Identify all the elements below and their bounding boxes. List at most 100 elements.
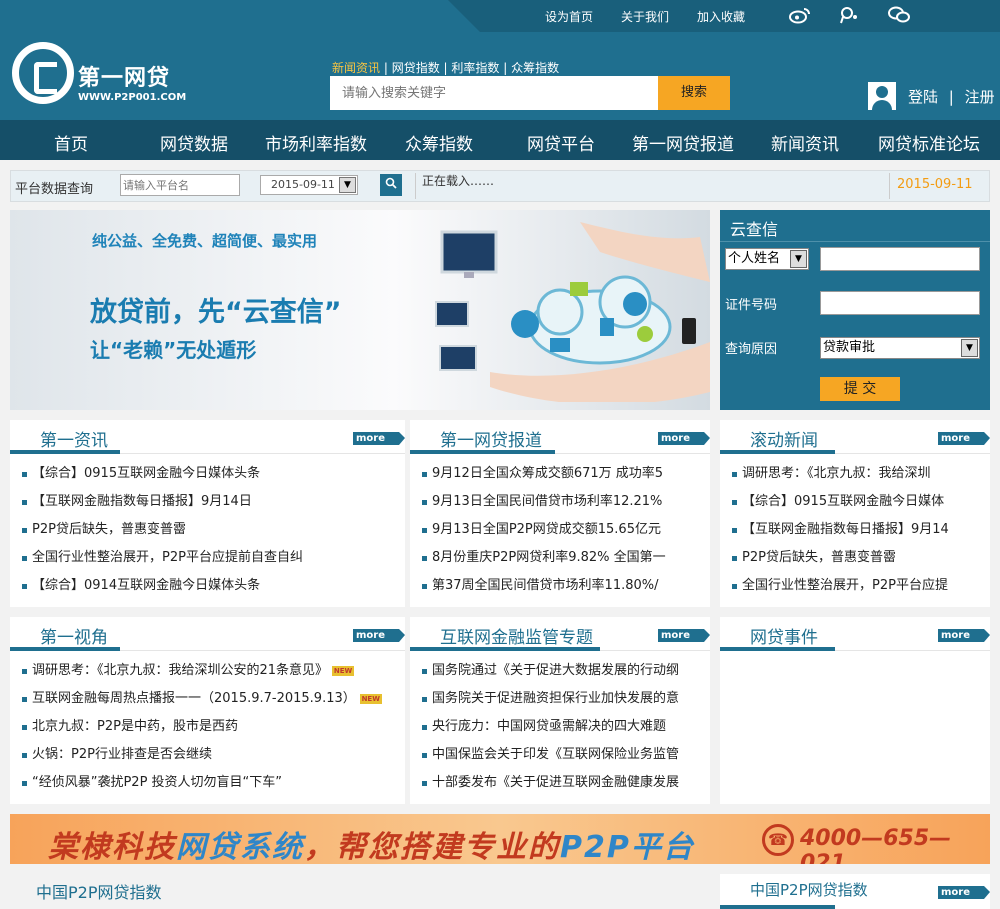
list-item[interactable]: 9月12日全国众筹成交额671万 成功率5 <box>420 464 704 492</box>
platform-name-input[interactable] <box>120 174 240 196</box>
chevron-down-icon: ▼ <box>961 339 978 357</box>
search-tabs: 新闻资讯 | 网贷指数 | 利率指数 | 众筹指数 <box>332 61 560 75</box>
top-strip: 设为首页 关于我们 加入收藏 <box>448 0 1000 32</box>
panel-header: 第一网贷报道 more <box>410 420 710 454</box>
list-item[interactable]: 调研思考：《北京九叔：我给深圳 <box>730 464 984 492</box>
id-number-input[interactable] <box>820 291 980 315</box>
list-item[interactable]: 【综合】0915互联网金融今日媒体 <box>730 492 984 520</box>
promo-banner[interactable]: 纯公益、全免费、超简便、最实用 放贷前，先“云查信” 让“老赖”无处遁形 <box>10 210 710 410</box>
list-item[interactable]: 央行庞力：中国网贷亟需解决的四大难题 <box>420 717 704 745</box>
list-item[interactable]: P2P贷后缺失，普惠变普霤 <box>730 548 984 576</box>
current-date: 2015-09-11 <box>897 177 973 192</box>
divider <box>720 241 990 242</box>
login-link[interactable]: 登陆 <box>908 88 938 106</box>
list-item[interactable]: 9月13日全国P2P网贷成交额15.65亿元 <box>420 520 704 548</box>
date-select[interactable]: 2015-09-11 ▼ <box>260 175 358 195</box>
more-button[interactable]: more <box>658 432 710 445</box>
more-button[interactable]: more <box>353 432 405 445</box>
nav-home[interactable]: 首页 <box>54 130 88 155</box>
weibo-icon[interactable] <box>789 6 811 24</box>
logo-name: 第一网贷 <box>78 66 171 91</box>
nav-news[interactable]: 新闻资讯 <box>771 130 839 155</box>
list-item[interactable]: 【互联网金融指数每日播报】9月14 <box>730 520 984 548</box>
search-tab-index[interactable]: 网贷指数 <box>392 61 440 75</box>
panel-events: 网贷事件 more <box>720 617 990 804</box>
search-input[interactable] <box>330 76 658 110</box>
ad-text-brand: 棠棣科技 <box>48 830 176 864</box>
search-tab-rate[interactable]: 利率指数 <box>451 61 499 75</box>
name-input[interactable] <box>820 247 980 271</box>
list-item[interactable]: 国务院通过《关于促进大数据发展的行动纲 <box>420 661 704 689</box>
more-button[interactable]: more <box>658 629 710 642</box>
list-item[interactable]: 9月13日全国民间借贷市场利率12.21% <box>420 492 704 520</box>
list-item-text: 互联网金融每周热点播报一一（2015.9.7-2015.9.13） <box>32 691 356 706</box>
list-item[interactable]: 8月份重庆P2P网贷利率9.82% 全国第一 <box>420 548 704 576</box>
list-item[interactable]: P2P贷后缺失，普惠变普霤 <box>20 520 399 548</box>
list-item[interactable]: 中国保监会关于印发《互联网保险业务监管 <box>420 745 704 773</box>
search-tab-news[interactable]: 新闻资讯 <box>332 61 380 75</box>
banner-subheadline: 让“老赖”无处遁形 <box>90 338 257 362</box>
list-item[interactable]: 全国行业性整治展开，P2P平台应提前自查自纠 <box>20 548 399 576</box>
query-label: 平台数据查询 <box>15 182 94 197</box>
ad-banner[interactable]: 棠棣科技网贷系统，帮您搭建专业的P2P平台 ☎ 4000—655—021 <box>10 814 990 864</box>
nav-forum[interactable]: 网贷标准论坛 <box>878 130 980 155</box>
list-item[interactable]: 互联网金融每周热点播报一一（2015.9.7-2015.9.13） NEW <box>20 689 399 717</box>
register-link[interactable]: 注册 <box>965 88 995 106</box>
nav-market-rate-index[interactable]: 市场利率指数 <box>265 130 367 155</box>
ad-text: 棠棣科技网贷系统，帮您搭建专业的P2P平台 <box>48 822 695 864</box>
news-list: 国务院通过《关于促进大数据发展的行动纲 国务院关于促进融资担保行业加快发展的意 … <box>420 661 704 801</box>
panel-title: 网贷事件 <box>750 628 818 648</box>
nav-p2p-data[interactable]: 网贷数据 <box>160 130 228 155</box>
ad-text-platform: P2P平台 <box>560 830 695 864</box>
ad-text-product: 网贷系统 <box>176 830 304 864</box>
new-badge: NEW <box>359 693 382 704</box>
panel-index: 中国P2P网贷指数 more <box>720 874 990 909</box>
main-nav: 首页 网贷数据 市场利率指数 众筹指数 网贷平台 第一网贷报道 新闻资讯 网贷标… <box>0 120 1000 160</box>
about-us-link[interactable]: 关于我们 <box>621 8 669 25</box>
list-item[interactable]: “经侦风暴”袭扰P2P 投资人切勿盲目“下车” <box>20 773 399 801</box>
nav-p2p-platforms[interactable]: 网贷平台 <box>527 130 595 155</box>
banner-headline: 放贷前，先“云查信” <box>90 297 342 328</box>
divider <box>415 173 416 199</box>
list-item[interactable]: 全国行业性整治展开，P2P平台应提 <box>730 576 984 604</box>
wechat-icon[interactable] <box>888 6 910 24</box>
panel-perspective: 第一视角 more 调研思考：《北京九叔：我给深圳公安的21条意见》 NEW 互联… <box>10 617 405 804</box>
list-item[interactable]: 【综合】0914互联网金融今日媒体头条 <box>20 576 399 604</box>
title-underline <box>410 450 555 454</box>
query-type-select[interactable]: 个人姓名 ▼ <box>725 248 809 270</box>
loading-text: 正在载入…… <box>422 174 495 188</box>
tencent-weibo-icon[interactable] <box>838 6 860 24</box>
list-item[interactable]: 【互联网金融指数每日播报】9月14日 <box>20 492 399 520</box>
logo-mark <box>12 42 74 104</box>
more-button[interactable]: more <box>353 629 405 642</box>
nav-crowdfunding-index[interactable]: 众筹指数 <box>405 130 473 155</box>
query-reason-select[interactable]: 贷款审批 ▼ <box>820 337 980 359</box>
list-item[interactable]: 调研思考：《北京九叔：我给深圳公安的21条意见》 NEW <box>20 661 399 689</box>
panel-rolling-news: 滚动新闻 more 调研思考：《北京九叔：我给深圳 【综合】0915互联网金融今… <box>720 420 990 607</box>
list-item[interactable]: 北京九叔：P2P是中药，股市是西药 <box>20 717 399 745</box>
query-search-button[interactable] <box>380 174 402 196</box>
list-item[interactable]: 十部委发布《关于促进互联网金融健康发展 <box>420 773 704 801</box>
ad-text-middle: ，帮您搭建专业的 <box>304 830 560 864</box>
search-tab-crowdfunding[interactable]: 众筹指数 <box>511 61 559 75</box>
list-item[interactable]: 第37周全国民间借贷市场利率11.80%/ <box>420 576 704 604</box>
news-list: 调研思考：《北京九叔：我给深圳 【综合】0915互联网金融今日媒体 【互联网金融… <box>730 464 984 604</box>
list-item[interactable]: 国务院关于促进融资担保行业加快发展的意 <box>420 689 704 717</box>
more-button[interactable]: more <box>938 629 990 642</box>
login-links: 登陆 | 注册 <box>908 86 995 107</box>
list-item[interactable]: 火锅：P2P行业排查是否会继续 <box>20 745 399 773</box>
nav-reports[interactable]: 第一网贷报道 <box>632 130 734 155</box>
list-item[interactable]: 【综合】0915互联网金融今日媒体头条 <box>20 464 399 492</box>
set-homepage-link[interactable]: 设为首页 <box>545 8 593 25</box>
ad-phone-number: 4000—655—021 <box>800 826 952 864</box>
more-button[interactable]: more <box>938 886 990 899</box>
user-icon <box>868 82 896 110</box>
panel-header: 网贷事件 more <box>720 617 990 651</box>
date-select-value: 2015-09-11 <box>271 178 335 191</box>
site-logo[interactable]: 第一网贷 WWW.P2P001.COM <box>12 42 192 108</box>
title-underline <box>410 647 600 651</box>
submit-button[interactable]: 提 交 <box>820 377 900 401</box>
search-button[interactable]: 搜索 <box>658 76 730 110</box>
more-button[interactable]: more <box>938 432 990 445</box>
add-favorite-link[interactable]: 加入收藏 <box>697 8 745 25</box>
